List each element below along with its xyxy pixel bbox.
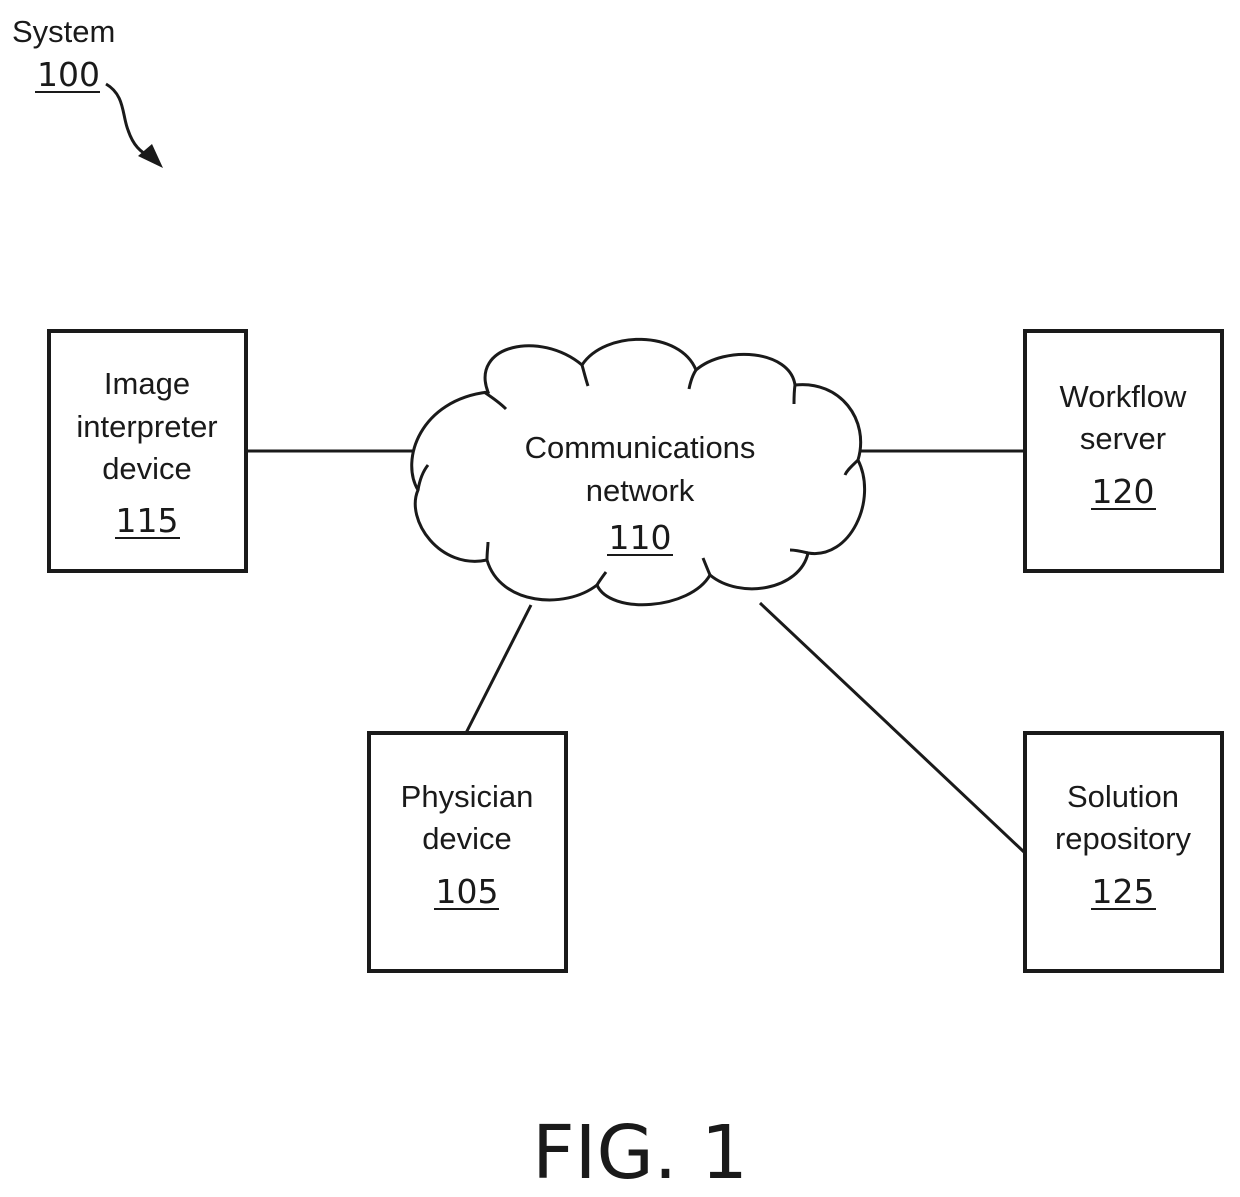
node-label-line-2: server	[1080, 421, 1166, 456]
cloud-detail	[792, 384, 797, 405]
image-interpreter-device: Image interpreter device 115	[47, 329, 248, 573]
link-network-solution-repository	[758, 601, 1026, 854]
workflow-server: Workflow server 120	[1023, 329, 1224, 573]
node-label-line-1: Image	[104, 366, 190, 401]
system-title: System	[12, 14, 115, 49]
system-arrow-head-icon	[138, 144, 163, 168]
node-label-line-1: Physician	[401, 779, 534, 814]
node-label-line-3: device	[102, 451, 192, 486]
node-ref-number: 125	[1092, 872, 1155, 911]
system-arrow-shaft	[105, 82, 153, 160]
solution-repository: Solution repository 125	[1023, 731, 1224, 973]
figure-label: FIG. 1	[532, 1110, 748, 1196]
node-label-line-2: repository	[1055, 821, 1192, 856]
system-diagram: System 100 Communications network 110 Im…	[12, 14, 1224, 1196]
system-ref-number: 100	[37, 55, 100, 94]
network-label-line-1: Communications	[525, 430, 756, 465]
network-ref-number: 110	[609, 518, 672, 557]
node-ref-number: 105	[436, 872, 499, 911]
network-label-line-2: network	[586, 473, 695, 508]
node-label-line-2: device	[422, 821, 512, 856]
link-network-physician-device	[464, 604, 533, 734]
node-ref-number: 115	[116, 501, 179, 540]
node-label-line-1: Workflow	[1060, 379, 1188, 414]
cloud-detail	[485, 541, 490, 561]
physician-device: Physician device 105	[367, 731, 568, 973]
node-label-line-2: interpreter	[76, 409, 217, 444]
communications-network: Communications network 110	[410, 337, 867, 607]
node-label-line-1: Solution	[1067, 779, 1179, 814]
node-ref-number: 120	[1092, 472, 1155, 511]
system-label: System 100	[12, 14, 163, 168]
